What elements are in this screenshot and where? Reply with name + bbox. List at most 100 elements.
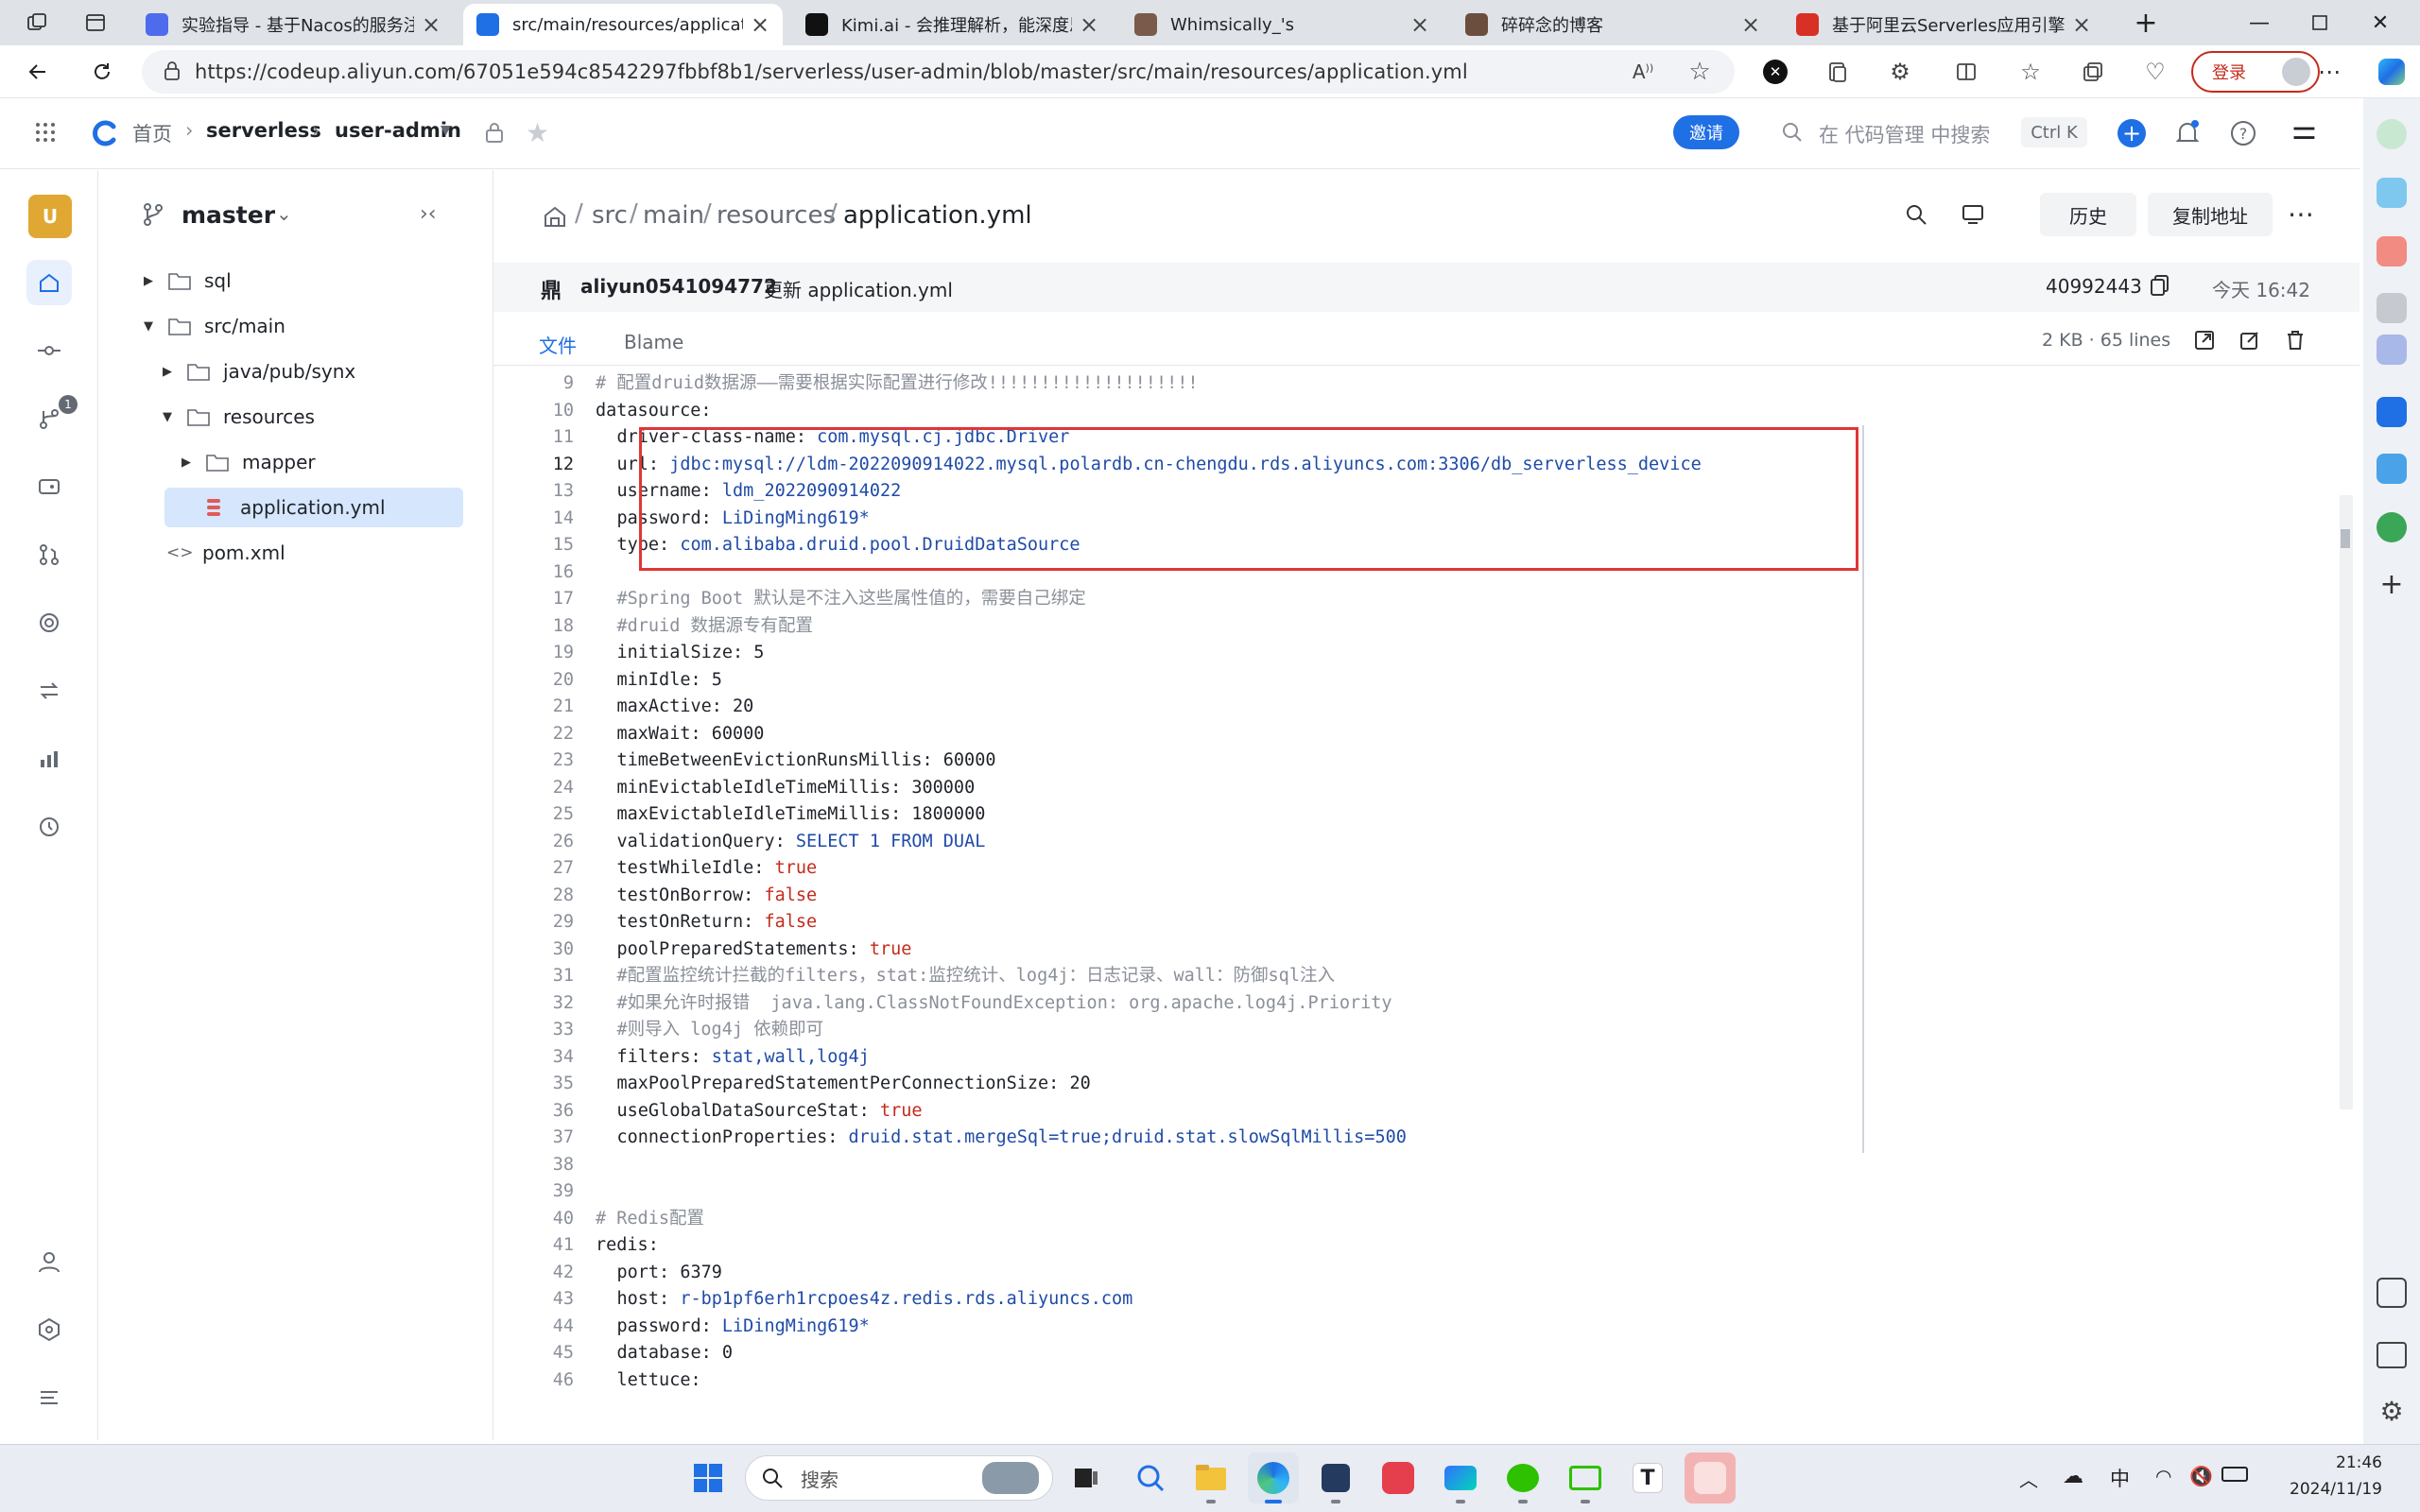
code-line[interactable]: 18 #druid 数据源专有配置 [493,613,2346,641]
code-line[interactable]: 36 useGlobalDataSourceStat: true [493,1098,2346,1125]
browser-tab[interactable]: src/main/resources/application.y × [463,4,783,45]
line-number[interactable]: 17 [493,586,574,613]
start-windows-icon[interactable] [683,1452,734,1503]
commit-author[interactable]: aliyun0541094772 [580,275,777,298]
tab-close-icon[interactable]: × [751,11,769,38]
battery-icon[interactable] [2221,1467,2248,1482]
lock-icon[interactable] [163,60,182,81]
copy-sha-icon[interactable] [2150,274,2170,297]
code-line[interactable]: 31 #配置监控统计拦截的filters，stat:监控统计、log4j：日志记录… [493,963,2346,990]
hide-sidebar-icon[interactable] [2377,1342,2407,1368]
codeup-logo-icon[interactable] [91,119,119,147]
clock-time[interactable]: 21:46 [2316,1453,2382,1472]
code-line[interactable]: 43 host: r-bp1pf6erh1rcpoes4z.redis.rds.a… [493,1286,2346,1314]
compare-icon[interactable] [26,668,72,713]
code-line[interactable]: 45 database: 0 [493,1340,2346,1367]
line-number[interactable]: 16 [493,559,574,587]
code-line[interactable]: 33 #则导入 log4j 依赖即可 [493,1017,2346,1044]
scrollbar-track[interactable] [2340,495,2353,1109]
collapse-menu-icon[interactable] [26,1375,72,1420]
code-line[interactable]: 46 lettuce: [493,1367,2346,1395]
tab-collections-icon[interactable] [2074,55,2112,89]
favorite-star-icon[interactable]: ☆ [1681,55,1719,89]
code-line[interactable]: 25 maxEvictableIdleTimeMillis: 1800000 [493,801,2346,829]
code-line[interactable]: 22 maxWait: 60000 [493,721,2346,748]
breadcrumb-group[interactable]: serverless [206,119,321,142]
task-view-icon[interactable] [1061,1452,1112,1503]
line-number[interactable]: 18 [493,613,574,641]
tab-close-icon[interactable]: × [1741,11,1760,38]
edit-file-icon[interactable] [2238,329,2261,352]
repo-root-icon[interactable] [543,204,567,229]
repo-settings-icon[interactable] [26,1307,72,1352]
code-line[interactable]: 9 # 配置druid数据源——需要根据实际配置进行修改!!!!!!!!!!!!!… [493,370,2346,398]
insights-target-icon[interactable] [26,600,72,645]
code-line[interactable]: 29 testOnReturn: false [493,909,2346,936]
sidebar-app-icon[interactable] [2377,335,2407,365]
sidebar-app-icon[interactable] [2377,119,2407,149]
code-line[interactable]: 34 filters: stat,wall,log4j [493,1044,2346,1072]
onedrive-cloud-icon[interactable]: ☁ [2063,1465,2083,1488]
copilot-icon[interactable] [2373,55,2411,89]
tab-close-icon[interactable]: × [1410,11,1429,38]
send-icon[interactable] [2377,454,2407,484]
browser-tab[interactable]: Kimi.ai - 会推理解析，能深度思 × [792,4,1112,45]
screenshot-icon[interactable] [2377,1278,2407,1308]
commit-sha[interactable]: 40992443 [2046,275,2142,298]
code-line[interactable]: 24 minEvictableIdleTimeMillis: 300000 [493,775,2346,802]
delete-file-icon[interactable] [2284,329,2307,352]
file-search-icon[interactable] [1904,202,1928,227]
read-aloud-icon[interactable]: A)) [1624,55,1662,89]
notification-bell-icon[interactable] [2174,119,2201,147]
line-number[interactable]: 41 [493,1232,574,1260]
back-button[interactable] [19,55,57,89]
code-home-icon[interactable] [26,260,72,305]
tab-blame[interactable]: Blame [624,331,683,353]
wifi-icon[interactable]: ◠ [2155,1465,2171,1487]
line-number[interactable]: 40 [493,1206,574,1233]
line-number[interactable]: 10 [493,398,574,425]
copy-address-button[interactable]: 复制地址 [2148,193,2273,236]
tree-item-sql[interactable]: ▶ sql [138,260,232,301]
split-screen-icon[interactable] [1947,55,1985,89]
collections-icon[interactable] [1819,55,1857,89]
more-actions-icon[interactable]: ⋯ [2288,198,2314,230]
line-number[interactable]: 11 [493,424,574,452]
sidebar-app-icon[interactable] [2377,293,2407,323]
line-number[interactable]: 20 [493,667,574,695]
collapse-tree-icon[interactable]: ›‹ [420,202,437,226]
chevron-down-icon[interactable]: ⌄ [276,202,292,225]
line-number[interactable]: 24 [493,775,574,802]
search-icon[interactable] [1781,121,1804,144]
more-menu-icon[interactable]: ⋯ [2310,55,2348,89]
scrollbar-thumb[interactable] [2341,529,2350,548]
repo-dropdown-icon[interactable]: ▼ [441,123,451,138]
edge-browser-icon[interactable] [1248,1452,1299,1503]
cat-app-icon[interactable] [1310,1452,1361,1503]
taskbar-search[interactable]: 搜索 [745,1455,1053,1501]
netease-music-icon[interactable] [1373,1452,1424,1503]
code-line[interactable]: 38 [493,1152,2346,1179]
line-number[interactable]: 45 [493,1340,574,1367]
show-hidden-icons[interactable]: ︿ [2019,1465,2038,1492]
volume-muted-icon[interactable]: 🔇 [2189,1465,2213,1487]
line-number[interactable]: 13 [493,478,574,506]
browser-tab[interactable]: 基于阿里云Serverles应用引擎的 × [1783,4,2104,45]
app-grid-icon[interactable] [34,121,57,144]
tab-close-icon[interactable]: × [1080,11,1098,38]
tab-actions-icon[interactable] [79,8,112,38]
code-line[interactable]: 32 #如果允许时报错 java.lang.ClassNotFoundExcept… [493,990,2346,1018]
members-icon[interactable] [26,1239,72,1284]
tree-icon[interactable] [2377,512,2407,542]
line-number[interactable]: 29 [493,909,574,936]
line-number[interactable]: 30 [493,936,574,964]
line-number[interactable]: 26 [493,829,574,856]
line-number[interactable]: 23 [493,747,574,775]
minimize-button[interactable]: — [2231,6,2288,40]
line-number[interactable]: 19 [493,640,574,667]
tree-item-java[interactable]: ▶ java/pub/synx [157,351,355,392]
code-line[interactable]: 28 testOnBorrow: false [493,883,2346,910]
line-number[interactable]: 12 [493,452,574,479]
tab-close-icon[interactable]: × [422,11,441,38]
code-line[interactable]: 17 #Spring Boot 默认是不注入这些属性值的，需要自己绑定 [493,586,2346,613]
